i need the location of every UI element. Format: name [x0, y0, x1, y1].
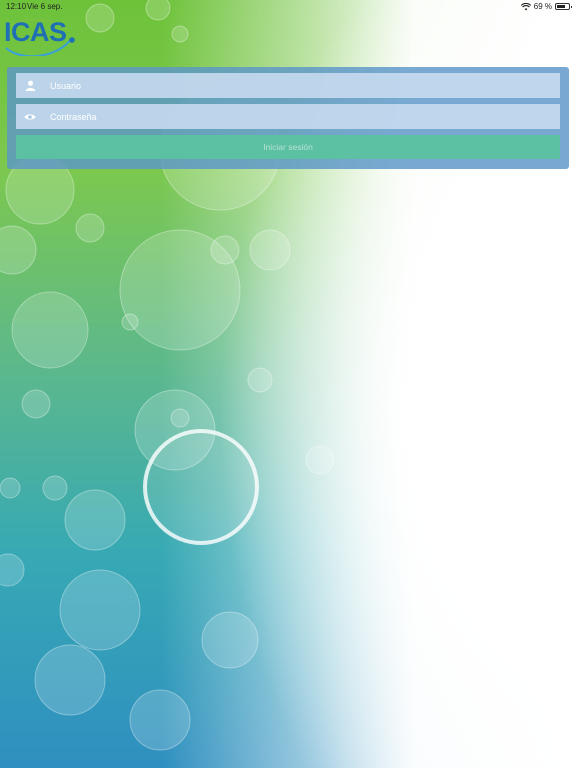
username-input[interactable]: [44, 75, 530, 96]
battery-level: [557, 5, 565, 8]
user-icon: [16, 80, 44, 91]
login-panel: Iniciar sesión: [7, 67, 569, 169]
username-field[interactable]: [16, 73, 560, 98]
status-date: Vie 6 sep.: [27, 2, 63, 11]
login-screen: 12:10 Vie 6 sep. 69 % ICAS Usuario Inici…: [0, 0, 576, 768]
password-field[interactable]: [16, 104, 560, 129]
login-button[interactable]: Iniciar sesión: [16, 135, 560, 159]
wifi-icon: [520, 2, 531, 10]
status-time: 12:10: [6, 2, 27, 11]
eye-icon[interactable]: [16, 113, 44, 121]
password-input[interactable]: [44, 106, 530, 127]
battery-icon: [555, 3, 572, 10]
icas-logo: ICAS: [4, 17, 67, 47]
status-indicators: 69 %: [520, 2, 572, 11]
status-bar: 12:10 Vie 6 sep. 69 %: [0, 0, 576, 14]
battery-percent: 69 %: [533, 2, 552, 11]
